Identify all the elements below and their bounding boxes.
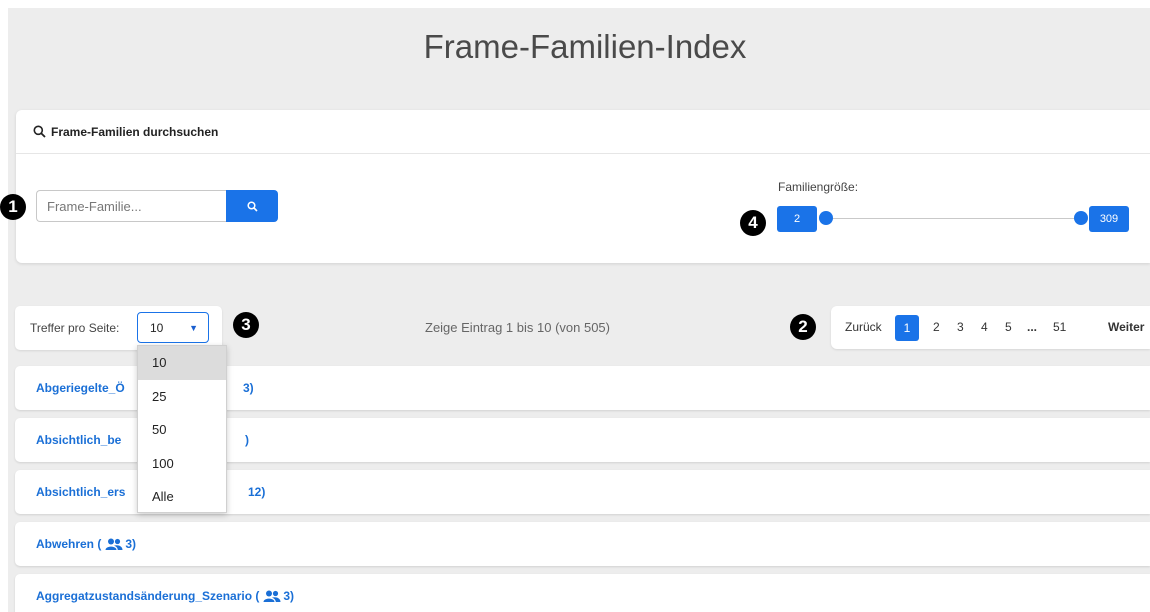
search-card-header: Frame-Familien durchsuchen [16, 110, 1150, 154]
dropdown-option-50[interactable]: 50 [138, 413, 226, 447]
pagination-page-2[interactable]: 2 [933, 320, 940, 334]
family-size-max-value: 309 [1089, 206, 1129, 232]
people-icon [105, 538, 123, 550]
annotation-badge-1: 1 [0, 194, 26, 220]
pagination-page-3[interactable]: 3 [957, 320, 964, 334]
pagination-page-last[interactable]: 51 [1053, 320, 1066, 334]
search-icon [246, 200, 258, 212]
annotation-badge-2: 2 [790, 314, 816, 340]
result-row-count: 3) [125, 537, 137, 551]
search-card: Frame-Familien durchsuchen Familiengröße… [16, 110, 1150, 263]
family-size-min-handle[interactable] [819, 211, 833, 225]
search-button[interactable] [226, 190, 278, 222]
results-per-page-dropdown: 10 25 50 100 Alle [137, 345, 227, 513]
dropdown-option-10[interactable]: 10 [138, 346, 226, 380]
caret-down-icon: ▼ [189, 323, 198, 333]
pagination-page-1[interactable]: 1 [895, 315, 919, 341]
result-row[interactable]: Aggregatzustandsänderung_Szenario ( 3) [15, 574, 1150, 612]
results-per-page-label: Treffer pro Seite: [30, 321, 120, 335]
pagination-next[interactable]: Weiter [1108, 320, 1144, 334]
search-card-title: Frame-Familien durchsuchen [51, 124, 219, 139]
pagination: Zurück 1 2 3 4 5 ... 51 Weiter [831, 306, 1150, 349]
family-size-min-value: 2 [777, 206, 817, 232]
pagination-ellipsis: ... [1027, 320, 1038, 334]
dropdown-option-25[interactable]: 25 [138, 380, 226, 414]
result-row-count: 12) [248, 485, 266, 499]
dropdown-option-all[interactable]: Alle [138, 480, 226, 514]
annotation-badge-3: 3 [233, 312, 259, 338]
pagination-page-5[interactable]: 5 [1005, 320, 1012, 334]
people-icon [263, 590, 281, 602]
entries-info: Zeige Eintrag 1 bis 10 (von 505) [425, 320, 610, 335]
result-row-count: ) [245, 433, 249, 447]
frame-family-search-input[interactable] [36, 190, 226, 222]
annotation-badge-4: 4 [740, 210, 766, 236]
result-row-prefix[interactable]: Aggregatzustandsänderung_Szenario ( [36, 589, 259, 603]
family-size-max-handle[interactable] [1074, 211, 1088, 225]
search-icon [33, 125, 46, 138]
family-size-label: Familiengröße: [778, 180, 859, 194]
result-row-count: 3) [283, 589, 295, 603]
results-per-page-value: 10 [150, 320, 164, 335]
dropdown-option-100[interactable]: 100 [138, 447, 226, 481]
result-row-prefix[interactable]: Abwehren ( [36, 537, 101, 551]
result-row-count: 3) [243, 381, 254, 395]
family-size-slider-track[interactable] [828, 218, 1082, 219]
result-row[interactable]: Abwehren ( 3) [15, 522, 1150, 566]
pagination-prev[interactable]: Zurück [845, 320, 882, 334]
page-title: Frame-Familien-Index [423, 28, 747, 65]
pagination-page-4[interactable]: 4 [981, 320, 988, 334]
results-per-page-control: Treffer pro Seite: 10 ▼ [15, 306, 222, 350]
results-per-page-select[interactable]: 10 ▼ [137, 312, 209, 343]
